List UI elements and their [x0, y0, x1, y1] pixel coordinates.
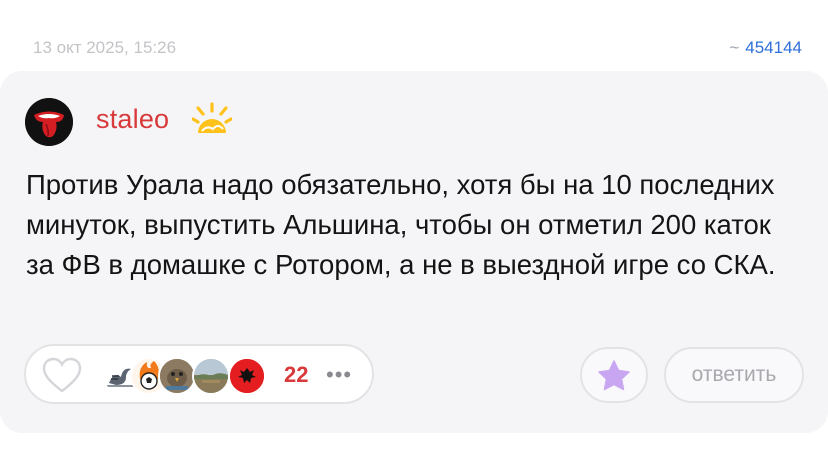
user-avatar[interactable] — [25, 98, 73, 146]
landscape-avatar-icon[interactable] — [192, 357, 230, 395]
reaction-count[interactable]: 22 — [284, 362, 308, 388]
rolling-stones-tongue-icon — [25, 98, 73, 146]
more-reactions-button[interactable]: ••• — [326, 362, 352, 388]
like-button[interactable] — [40, 356, 84, 394]
albania-flag-avatar-icon[interactable] — [228, 357, 266, 395]
star-icon — [598, 360, 630, 391]
bird-avatar-icon[interactable] — [158, 357, 196, 395]
favorite-button[interactable] — [580, 347, 648, 403]
username-link[interactable]: staleo — [96, 104, 169, 135]
comment-timestamp: 13 окт 2025, 15:26 — [33, 38, 177, 57]
comment-id-prefix: ~ — [729, 38, 740, 57]
comment-id-link[interactable]: ~454144 — [729, 38, 802, 58]
comment-screen: 13 окт 2025, 15:26 ~454144 staleo Против… — [0, 0, 828, 471]
comment-id-number: 454144 — [745, 38, 802, 57]
heart-outline-icon — [42, 357, 82, 393]
reactions-bar: 22 ••• — [24, 344, 374, 404]
reply-button[interactable]: ответить — [664, 347, 804, 403]
comment-card: staleo Против Урала надо обязательно, хо… — [0, 71, 828, 433]
comment-meta: 13 окт 2025, 15:26 ~454144 — [33, 36, 802, 60]
sun-badge-icon — [191, 101, 233, 137]
comment-body: Против Урала надо обязательно, хотя бы н… — [26, 169, 776, 280]
